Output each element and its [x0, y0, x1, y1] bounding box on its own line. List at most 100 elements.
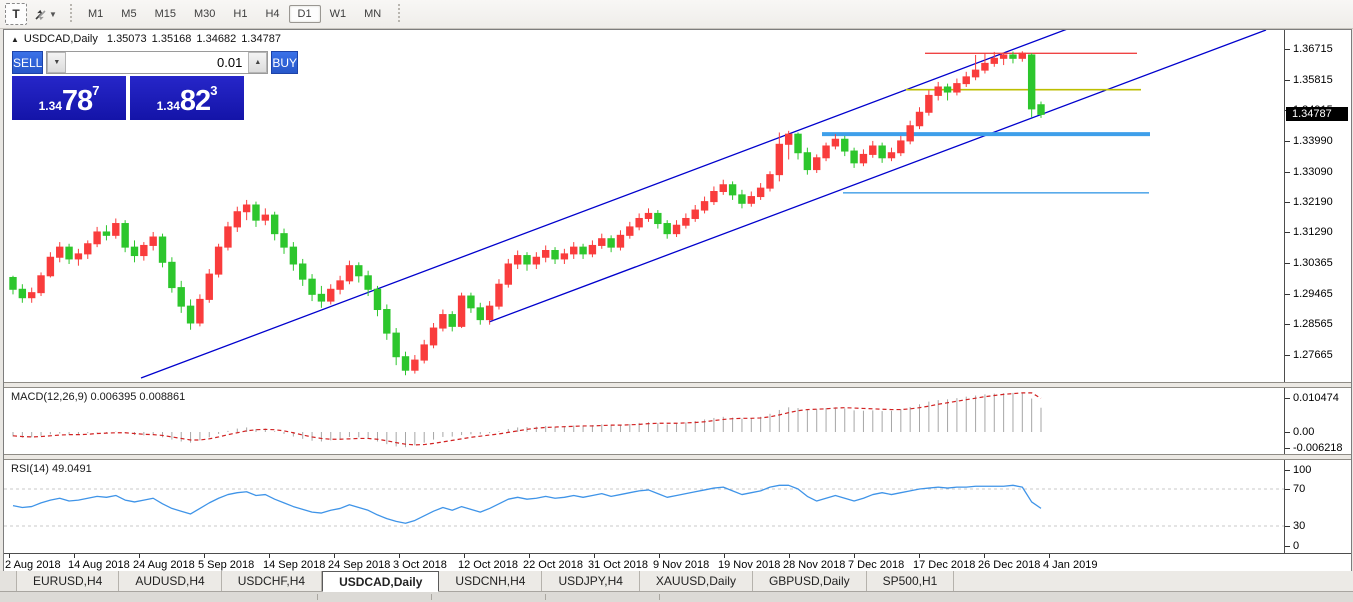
- rsi-pane: RSI(14) 49.0491: [4, 460, 1284, 553]
- timeframe-button-m1[interactable]: M1: [79, 5, 112, 23]
- price-axis-label: 1.35815: [1293, 74, 1333, 86]
- date-axis-label: 7 Dec 2018: [848, 559, 905, 571]
- chart-ohlc-header: ▲ USDCAD,Daily 1.35073 1.35168 1.34682 1…: [11, 33, 281, 45]
- chart-tab-usdcnh-h4[interactable]: USDCNH,H4: [439, 571, 543, 591]
- one-click-trade-panel: SELL ▼ ▲ BUY 1.34 78 7 1.34: [12, 51, 299, 120]
- date-axis-label: 24 Aug 2018: [133, 559, 195, 571]
- rsi-axis-label-tick: [1285, 470, 1290, 471]
- toolbar-grip-2[interactable]: [396, 4, 402, 24]
- timeframe-button-m5[interactable]: M5: [112, 5, 145, 23]
- price-axis-label-tick: [1285, 232, 1290, 233]
- macd-canvas[interactable]: [4, 388, 1284, 454]
- buy-price-big: 82: [179, 85, 211, 117]
- sell-price-box[interactable]: 1.34 78 7: [12, 76, 126, 120]
- date-axis-label: 2 Aug 2018: [5, 559, 61, 571]
- macd-label: MACD(12,26,9) 0.006395 0.008861: [11, 391, 186, 403]
- volume-decrease-button[interactable]: ▼: [47, 52, 67, 73]
- date-axis-label: 9 Nov 2018: [653, 559, 710, 571]
- date-axis-label: 3 Oct 2018: [393, 559, 447, 571]
- timeframe-button-m15[interactable]: M15: [146, 5, 185, 23]
- date-tick: [9, 554, 10, 558]
- chart-tab-usdjpy-h4[interactable]: USDJPY,H4: [542, 571, 640, 591]
- date-tick: [529, 554, 530, 558]
- main-chart-pane: ▲ USDCAD,Daily 1.35073 1.35168 1.34682 1…: [4, 30, 1284, 382]
- chevron-down-icon: ▼: [49, 9, 57, 19]
- date-tick: [594, 554, 595, 558]
- text-tool-button[interactable]: T: [5, 3, 27, 25]
- price-axis-label-tick: [1285, 172, 1290, 173]
- date-tick: [724, 554, 725, 558]
- timeframe-button-d1[interactable]: D1: [288, 5, 321, 23]
- date-tick: [399, 554, 400, 558]
- chart-tab-gbpusd-daily[interactable]: GBPUSD,Daily: [753, 571, 867, 591]
- channel-lower[interactable]: [140, 30, 1070, 379]
- chart-tab-sp500-h1[interactable]: SP500,H1: [867, 571, 955, 591]
- buy-price-prefix: 1.34: [156, 99, 180, 113]
- price-axis-label-tick: [1285, 355, 1290, 356]
- date-tick: [464, 554, 465, 558]
- date-axis-label: 31 Oct 2018: [588, 559, 648, 571]
- timeframe-button-h4[interactable]: H4: [256, 5, 288, 23]
- toolbar-grip[interactable]: [68, 4, 73, 24]
- volume-increase-button[interactable]: ▲: [248, 52, 268, 73]
- macd-axis-label: -0.006218: [1293, 442, 1343, 454]
- price-axis-label: 1.36715: [1293, 43, 1333, 55]
- rsi-axis-label: 0: [1293, 540, 1300, 552]
- rsi-axis-label-tick: [1285, 546, 1290, 547]
- price-axis-label: 1.33990: [1293, 135, 1333, 147]
- price-axis-label-tick: [1285, 202, 1290, 203]
- chart-tab-audusd-h4[interactable]: AUDUSD,H4: [119, 571, 222, 591]
- current-price-badge: 1.34787: [1286, 107, 1348, 121]
- date-tick: [919, 554, 920, 558]
- rsi-label: RSI(14) 49.0491: [11, 463, 92, 475]
- price-axis[interactable]: 1.367151.358151.349151.339901.330901.321…: [1284, 30, 1351, 382]
- tabstrip-notch: [0, 571, 17, 591]
- rsi-canvas[interactable]: [4, 460, 1284, 553]
- date-axis-label: 5 Sep 2018: [198, 559, 255, 571]
- sell-price-big: 78: [61, 85, 93, 117]
- cursor-arrows-button[interactable]: ▼: [29, 3, 61, 25]
- price-axis-label-tick: [1285, 141, 1290, 142]
- chart-tab-xauusd-daily[interactable]: XAUUSD,Daily: [640, 571, 753, 591]
- date-axis-label: 19 Nov 2018: [718, 559, 781, 571]
- chart-tab-eurusd-h4[interactable]: EURUSD,H4: [17, 571, 120, 591]
- rsi-axis-label: 70: [1293, 483, 1306, 495]
- chart-tab-usdchf-h4[interactable]: USDCHF,H4: [222, 571, 323, 591]
- sell-button[interactable]: SELL: [12, 51, 44, 74]
- price-axis-label: 1.33090: [1293, 166, 1333, 178]
- chart-tabs: EURUSD,H4 AUDUSD,H4 USDCHF,H4 USDCAD,Daily U…: [0, 571, 1353, 592]
- date-axis-label: 24 Sep 2018: [328, 559, 391, 571]
- timeframe-button-w1[interactable]: W1: [321, 5, 356, 23]
- timeframe-group: M1 M5 M15 M30 H1 H4 D1 W1 MN: [79, 5, 390, 23]
- date-axis-label: 17 Dec 2018: [913, 559, 976, 571]
- timeframe-button-h1[interactable]: H1: [224, 5, 256, 23]
- date-axis-label: 14 Aug 2018: [68, 559, 130, 571]
- trade-panel-collapse-icon[interactable]: ▲: [11, 35, 19, 44]
- date-tick: [139, 554, 140, 558]
- chart-tabstrip: EURUSD,H4 AUDUSD,H4 USDCHF,H4 USDCAD,Daily U…: [0, 571, 1353, 602]
- sell-price-pip: 7: [92, 83, 100, 98]
- price-axis-label-tick: [1285, 263, 1290, 264]
- buy-button[interactable]: BUY: [271, 51, 299, 74]
- date-tick: [789, 554, 790, 558]
- buy-price-box[interactable]: 1.34 82 3: [130, 76, 244, 120]
- channel-upper[interactable]: [488, 30, 1267, 323]
- ohlc-open: 1.35073: [106, 33, 147, 45]
- price-axis-label-tick: [1285, 49, 1290, 50]
- chart-tab-usdcad-daily[interactable]: USDCAD,Daily: [322, 571, 440, 592]
- date-tick: [659, 554, 660, 558]
- price-axis-label-tick: [1285, 80, 1290, 81]
- macd-axis-label-tick: [1285, 448, 1290, 449]
- date-tick: [269, 554, 270, 558]
- volume-stepper: ▼ ▲: [46, 51, 269, 74]
- volume-input[interactable]: [66, 52, 249, 73]
- buy-price-pip: 3: [210, 83, 218, 98]
- date-axis-label: 12 Oct 2018: [458, 559, 518, 571]
- ohlc-high: 1.35168: [151, 33, 192, 45]
- sell-price-prefix: 1.34: [38, 99, 62, 113]
- price-axis-label-tick: [1285, 294, 1290, 295]
- price-axis-label: 1.27665: [1293, 349, 1333, 361]
- date-tick: [204, 554, 205, 558]
- timeframe-button-mn[interactable]: MN: [355, 5, 390, 23]
- timeframe-button-m30[interactable]: M30: [185, 5, 224, 23]
